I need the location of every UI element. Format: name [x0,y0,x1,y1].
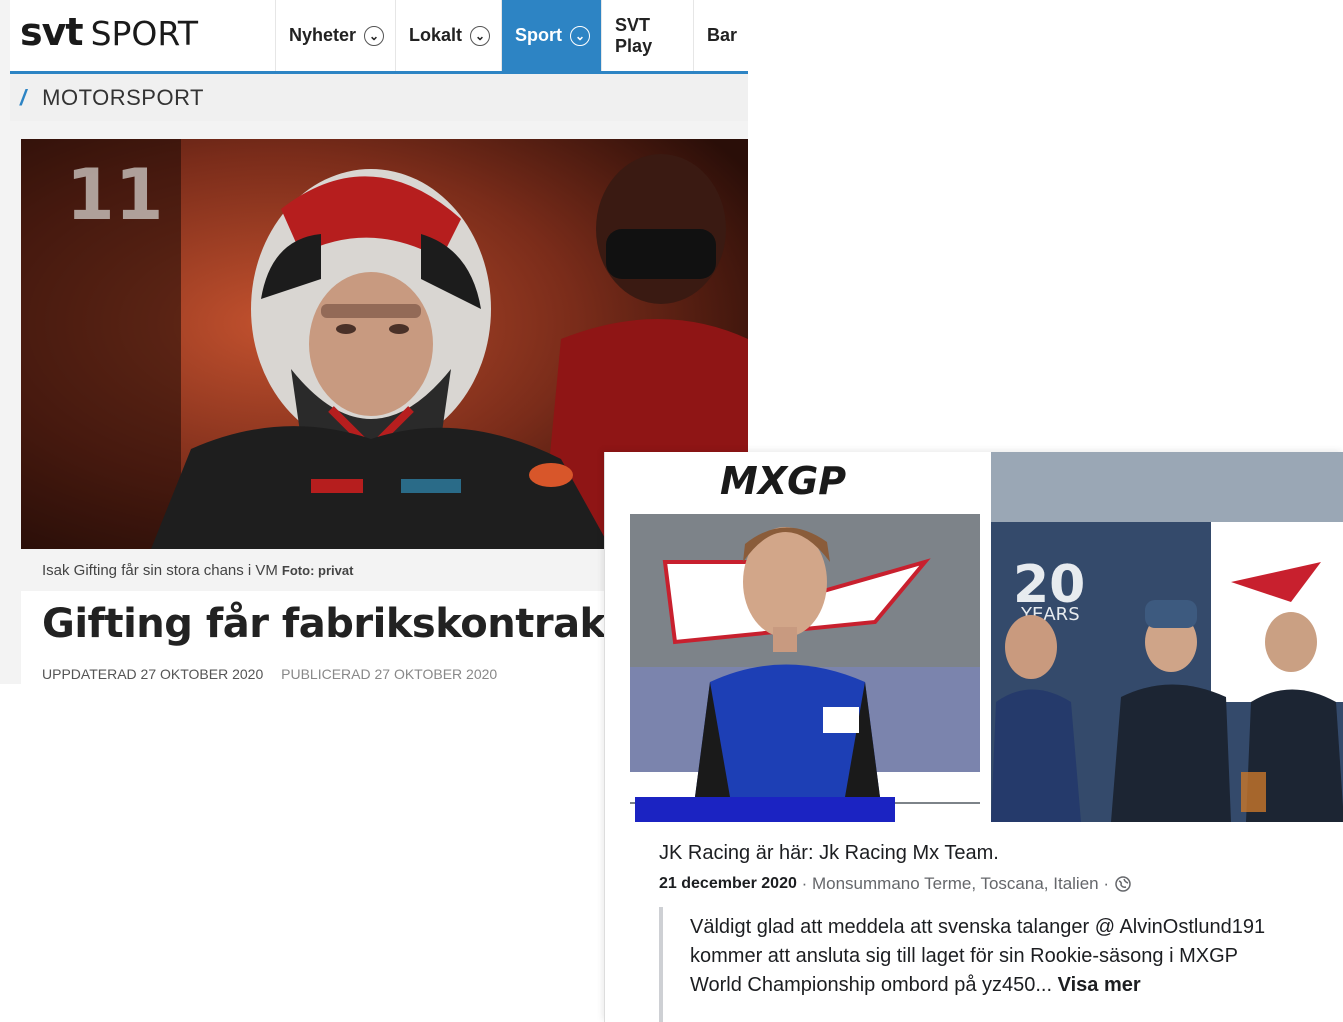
post-body: Väldigt glad att meddela att svenska tal… [663,907,1283,1000]
post-meta: 21 december 2020 · Monsummano Terme, Tos… [659,874,1131,894]
caption-text: Isak Gifting får sin stora chans i VM [42,561,278,579]
post-photo-rider-portrait[interactable]: MXGP [615,452,990,822]
section-breadcrumb: / MOTORSPORT [10,74,748,121]
nav-item-barn[interactable]: Bar [692,0,748,71]
facebook-post-screenshot: MXGP 20 YEARS JK Racing är här: Jk Racin… [604,452,1343,1022]
post-date[interactable]: 21 december 2020 [659,875,797,893]
mxgp-logo: MXGP [720,459,846,503]
meta-separator: · [1098,874,1110,893]
svt-header: svt SPORT Nyheter ⌄ Lokalt ⌄ Sport ⌄ SVT… [10,0,748,74]
chevron-down-icon: ⌄ [570,25,591,46]
hero-number-text: 11 [66,154,163,236]
post-body-text: Väldigt glad att meddela att svenska tal… [690,916,1266,996]
nav-label: SVT Play [615,14,653,56]
article-dates: UPPDATERAD 27 OKTOBER 2020 PUBLICERAD 27… [42,666,511,682]
nav-item-nyheter[interactable]: Nyheter ⌄ [275,0,395,71]
post-body-quote: Väldigt glad att meddela att svenska tal… [659,907,1283,1022]
nav-label: Nyheter [289,25,357,45]
nav-item-sport[interactable]: Sport ⌄ [501,0,602,71]
meta-separator: · [796,874,812,893]
rider-portrait-illustration: MXGP [615,452,990,822]
logo-sport-text: SPORT [90,14,199,53]
main-nav: Nyheter ⌄ Lokalt ⌄ Sport ⌄ SVT Play Bar [275,0,748,71]
see-more-link[interactable]: Visa mer [1058,974,1141,996]
caption-credit: Foto: privat [281,562,354,578]
globe-icon [1115,876,1131,892]
updated-date: UPPDATERAD 27 OKTOBER 2020 [42,666,264,682]
chevron-down-icon: ⌄ [364,25,385,46]
nav-label: Bar [706,25,737,45]
section-label[interactable]: MOTORSPORT [42,85,204,111]
nav-label: Sport [515,25,563,45]
post-photo-team-group[interactable]: 20 YEARS [991,452,1343,822]
checkin-verb: är här: [755,842,814,864]
logo-svt-text: svt [20,10,84,54]
chevron-down-icon: ⌄ [470,25,491,46]
nav-item-svt-play[interactable]: SVT Play [601,0,693,71]
team-group-illustration: 20 YEARS [991,452,1343,822]
place-link[interactable]: Jk Racing Mx Team. [819,842,999,864]
slash-icon: / [20,84,27,110]
article-headline: Gifting får fabrikskontrakt [42,601,625,647]
post-checkin-line: JK Racing är här: Jk Racing Mx Team. [659,842,999,865]
post-location[interactable]: Monsummano Terme, Toscana, Italien [812,874,1099,894]
nav-label: Lokalt [409,25,463,45]
page-name-link[interactable]: JK Racing [659,842,750,864]
nav-item-lokalt[interactable]: Lokalt ⌄ [395,0,501,71]
published-date: PUBLICERAD 27 OKTOBER 2020 [281,666,498,682]
svt-sport-logo[interactable]: svt SPORT [20,10,198,54]
